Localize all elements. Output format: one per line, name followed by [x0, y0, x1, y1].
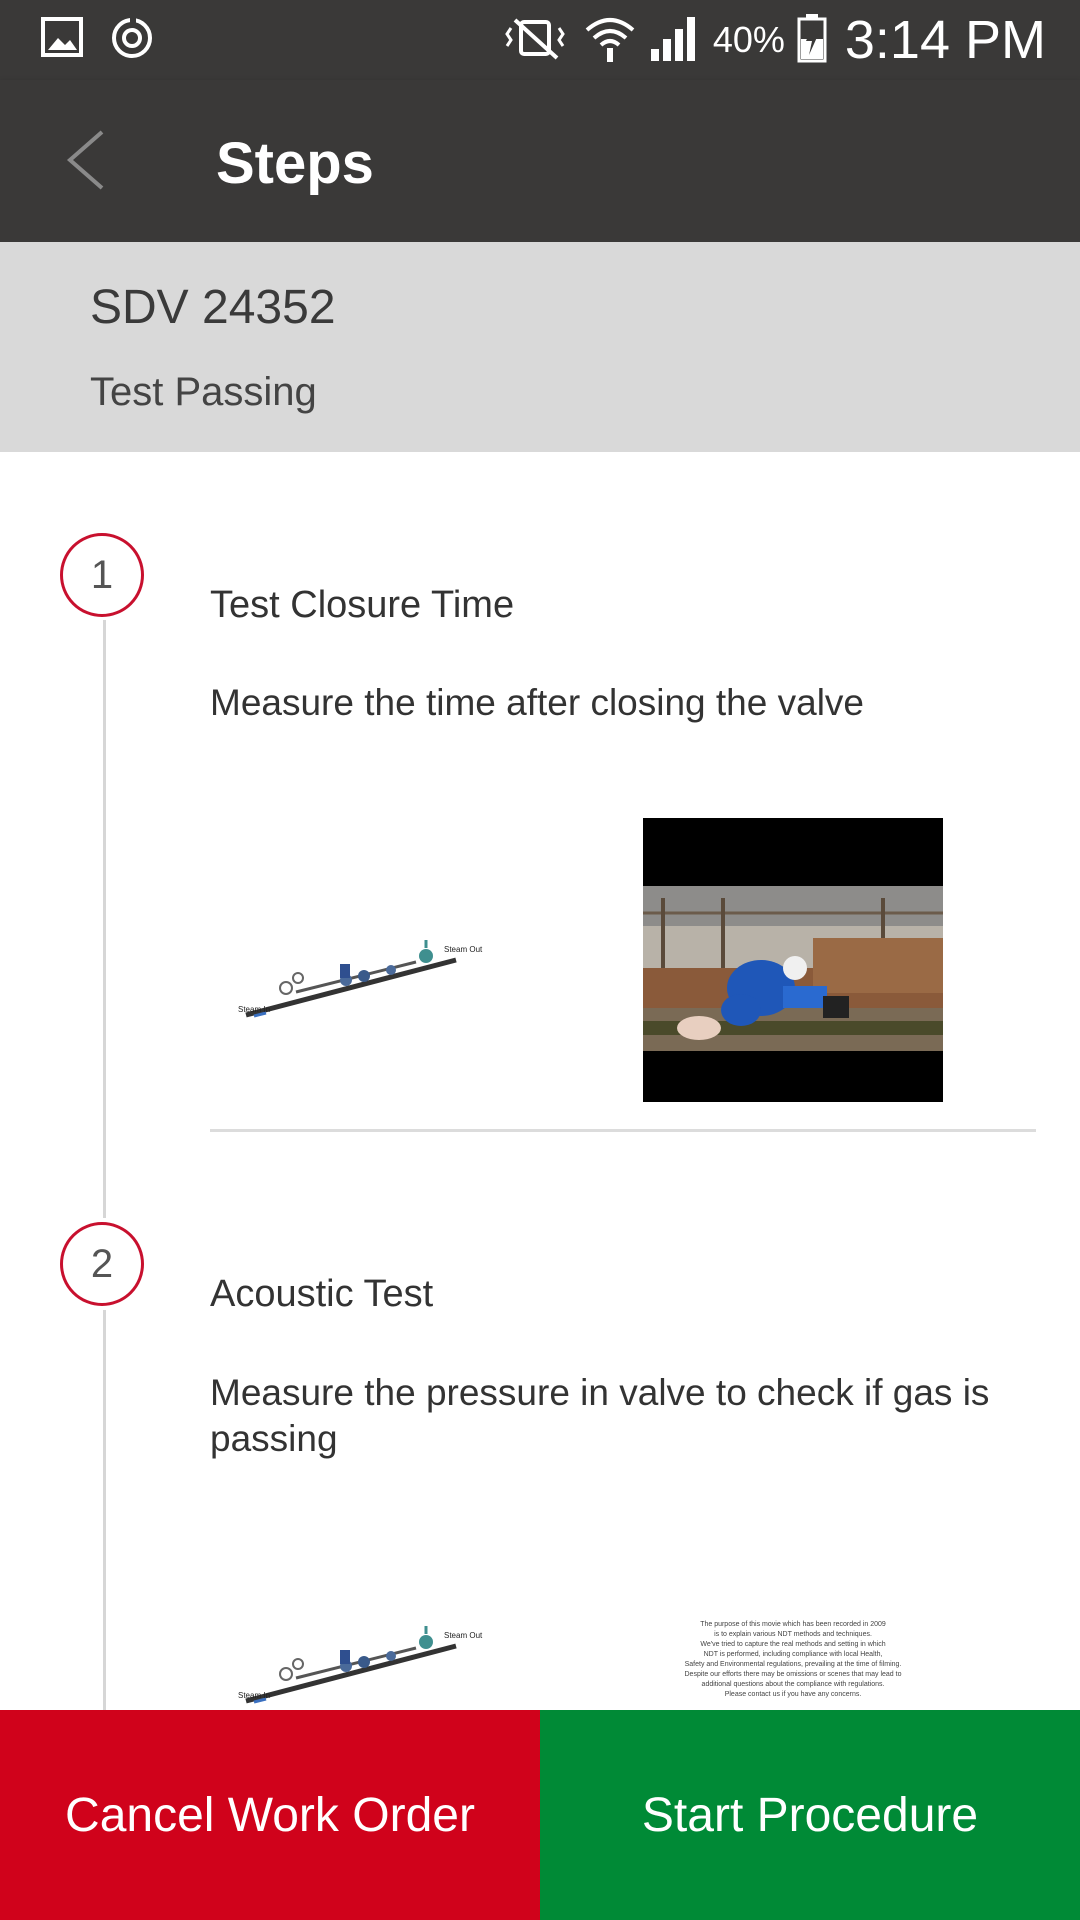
- document-text: The purpose of this movie which has been…: [643, 1576, 943, 1699]
- battery-percent: 40%: [712, 19, 785, 60]
- step-description: Measure the pressure in valve to check i…: [210, 1372, 990, 1459]
- wifi-icon: [583, 12, 637, 69]
- step-number-badge: 1: [60, 533, 144, 617]
- step-title: Test Closure Time: [210, 584, 515, 626]
- step-title: Acoustic Test: [210, 1273, 434, 1315]
- document-thumbnail[interactable]: The purpose of this movie which has been…: [643, 1576, 943, 1716]
- document-line: NDT is performed, including compliance w…: [703, 1651, 883, 1658]
- status-bar: 40% 3:14 PM: [0, 0, 1080, 80]
- back-arrow-icon: [60, 130, 120, 196]
- document-line: Despite our efforts there may be omissio…: [684, 1671, 902, 1678]
- cell-signal-icon: [649, 13, 701, 68]
- diagram-label: Steam In: [238, 1691, 270, 1700]
- asset-id: SDV 24352: [90, 281, 336, 334]
- diagram-label: Steam In: [238, 1005, 270, 1014]
- document-line: is to explain various NDT methods and te…: [714, 1631, 872, 1638]
- valve-diagram-image[interactable]: Steam In Steam Out: [236, 1616, 486, 1716]
- action-bar: Cancel Work Order Start Procedure: [0, 1710, 1080, 1920]
- document-line: The purpose of this movie which has been…: [700, 1621, 886, 1628]
- step-description: Measure the time after closing the valve: [210, 682, 864, 723]
- cancel-work-order-button[interactable]: Cancel Work Order: [0, 1710, 540, 1920]
- timeline-connector: [103, 1310, 106, 1710]
- document-line: We've tried to capture the real methods …: [700, 1641, 886, 1648]
- video-thumbnail[interactable]: [643, 818, 943, 1102]
- app-bar: Steps: [0, 80, 1080, 242]
- valve-diagram-image[interactable]: Steam In Steam Out: [236, 930, 486, 1030]
- diagram-label: Steam Out: [444, 945, 483, 954]
- back-button[interactable]: [60, 128, 120, 192]
- work-order-header: SDV 24352 Test Passing: [0, 242, 1080, 452]
- step-divider: [210, 1129, 1036, 1132]
- step-number-badge: 2: [60, 1222, 144, 1306]
- vibrate-mute-icon: [499, 14, 571, 67]
- work-order-type: Test Passing: [90, 370, 317, 414]
- document-line: Safety and Environmental regulations, pr…: [684, 1661, 902, 1668]
- battery-charging-icon: [797, 13, 827, 68]
- start-procedure-button[interactable]: Start Procedure: [540, 1710, 1080, 1920]
- diagram-label: Steam Out: [444, 1631, 483, 1640]
- page-title: Steps: [216, 131, 374, 196]
- document-line: Please contact us if you have any concer…: [724, 1691, 862, 1698]
- sync-icon: [108, 14, 156, 67]
- gallery-icon: [40, 14, 86, 67]
- document-line: additional questions about the complianc…: [701, 1681, 885, 1688]
- timeline-connector: [103, 620, 106, 1218]
- clock: 3:14 PM: [844, 10, 1046, 70]
